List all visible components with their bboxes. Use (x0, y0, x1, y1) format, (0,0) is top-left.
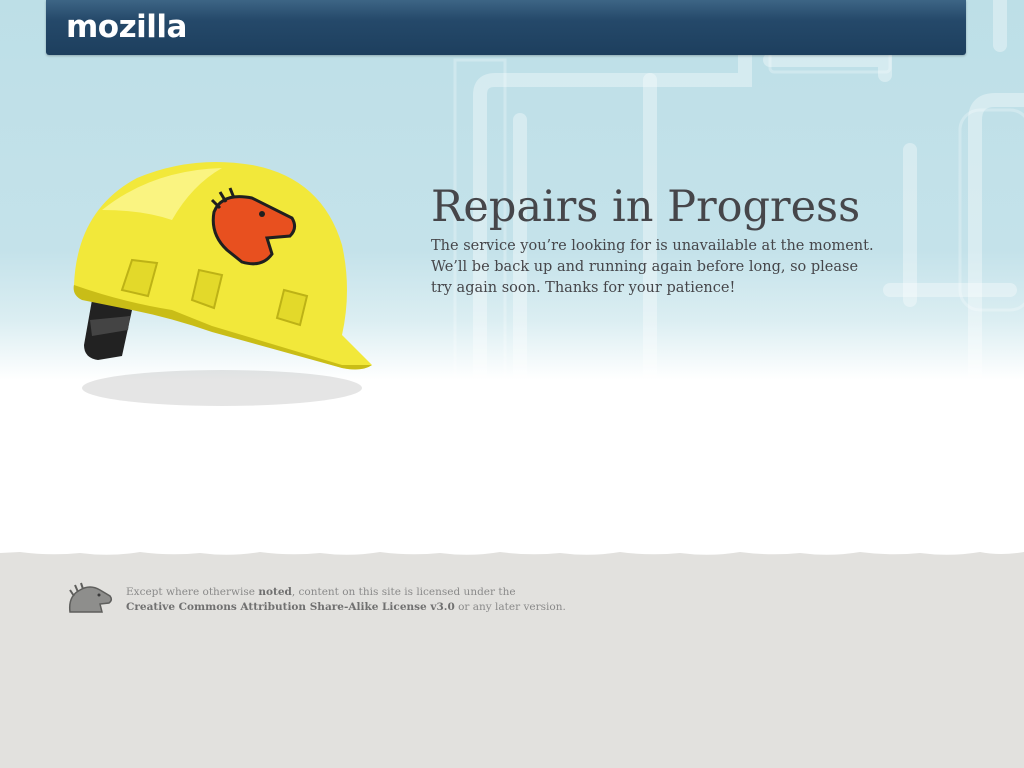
main-content: Repairs in Progress The service you’re l… (431, 182, 901, 299)
site-footer: Except where otherwise noted, content on… (0, 548, 1024, 768)
hard-hat-icon (73, 161, 373, 406)
page-title: Repairs in Progress (431, 182, 861, 232)
license-suffix: or any later version. (454, 601, 566, 613)
footer-torn-edge (0, 548, 1024, 555)
license-notice: Except where otherwise noted, content on… (126, 585, 646, 615)
status-message-line-3: try again soon. Thanks for your patience… (431, 280, 736, 296)
status-message-line-2: We’ll be back up and running again befor… (431, 259, 859, 275)
status-message-line-1: The service you’re looking for is unavai… (431, 238, 874, 254)
mozilla-dino-footer-icon (68, 582, 113, 613)
license-middle: , content on this site is licensed under… (291, 586, 516, 598)
license-link[interactable]: Creative Commons Attribution Share-Alike… (126, 601, 455, 613)
status-message: The service you’re looking for is unavai… (431, 236, 901, 299)
license-prefix: Except where otherwise (126, 586, 259, 598)
noted-link[interactable]: noted (258, 586, 292, 598)
mozilla-logo[interactable]: mozilla (66, 8, 187, 46)
